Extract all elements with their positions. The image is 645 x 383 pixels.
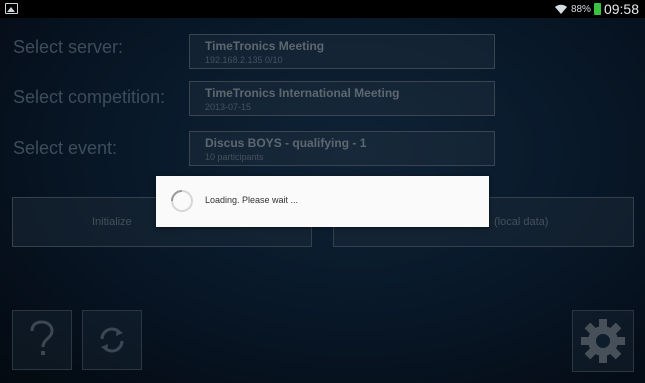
battery-percent: 88% [570,3,591,15]
wifi-icon [554,4,567,14]
status-bar: 88% 09:58 [0,0,645,18]
app-screen: 88% 09:58 Select server: TimeTronics Mee… [0,0,645,383]
spinner-icon [171,190,193,212]
loading-dialog: Loading. Please wait ... [156,176,489,227]
loading-message: Loading. Please wait ... [205,195,299,205]
status-right: 88% 09:58 [554,1,639,17]
image-icon [5,3,18,14]
battery-icon [593,3,601,15]
clock: 09:58 [603,1,639,17]
